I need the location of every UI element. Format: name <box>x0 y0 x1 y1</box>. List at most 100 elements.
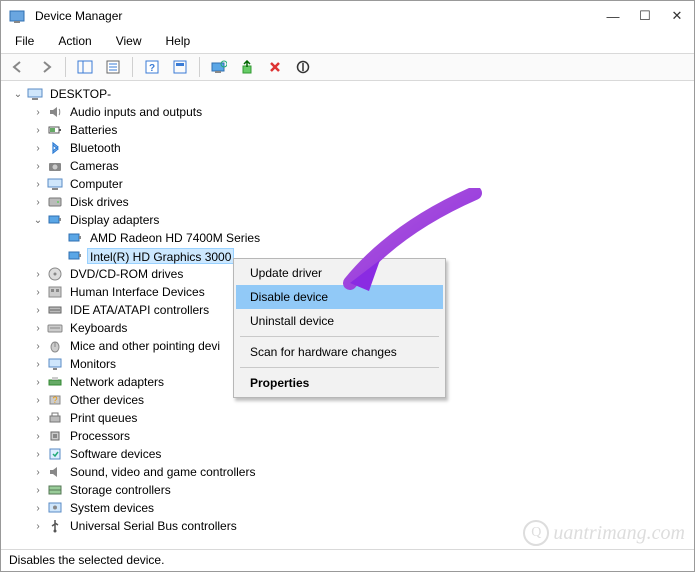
scan-hardware-button[interactable] <box>208 56 230 78</box>
chevron-down-icon[interactable]: ⌄ <box>31 213 45 227</box>
processor-icon <box>47 428 63 444</box>
tree-item-software[interactable]: ›Software devices <box>31 445 694 463</box>
watermark: Q uantrimang.com <box>523 520 685 546</box>
tree-item-display-amd[interactable]: ›AMD Radeon HD 7400M Series <box>51 229 694 247</box>
tree-item-print[interactable]: ›Print queues <box>31 409 694 427</box>
uninstall-device-button[interactable] <box>264 56 286 78</box>
ctx-scan-hardware[interactable]: Scan for hardware changes <box>236 340 443 364</box>
update-driver-button[interactable] <box>236 56 258 78</box>
ctx-separator <box>240 367 439 368</box>
disable-device-button[interactable] <box>292 56 314 78</box>
chevron-right-icon[interactable]: › <box>31 375 45 389</box>
chevron-right-icon[interactable]: › <box>31 195 45 209</box>
tree-item-disk[interactable]: ›Disk drives <box>31 193 694 211</box>
window-title: Device Manager <box>35 9 122 23</box>
ctx-properties[interactable]: Properties <box>236 371 443 395</box>
other-device-icon: ? <box>47 392 63 408</box>
keyboard-icon <box>47 320 63 336</box>
bluetooth-icon <box>47 140 63 156</box>
menu-help[interactable]: Help <box>162 33 195 49</box>
chevron-right-icon[interactable]: › <box>31 501 45 515</box>
chevron-right-icon[interactable]: › <box>31 357 45 371</box>
tree-root-label: DESKTOP- <box>47 86 114 102</box>
back-button[interactable] <box>7 56 29 78</box>
storage-icon <box>47 482 63 498</box>
chevron-right-icon[interactable]: › <box>31 483 45 497</box>
chevron-right-icon[interactable]: › <box>31 429 45 443</box>
tree-item-display[interactable]: ⌄Display adapters <box>31 211 694 229</box>
chevron-right-icon[interactable]: › <box>31 519 45 533</box>
tree-item-storage[interactable]: ›Storage controllers <box>31 481 694 499</box>
forward-button[interactable] <box>35 56 57 78</box>
tree-item-audio[interactable]: ›Audio inputs and outputs <box>31 103 694 121</box>
menu-action[interactable]: Action <box>54 33 95 49</box>
selected-device-label: Intel(R) HD Graphics 3000 <box>87 248 234 264</box>
tree-item-computer[interactable]: ›Computer <box>31 175 694 193</box>
disk-icon <box>47 194 63 210</box>
printer-icon <box>47 410 63 426</box>
action-pane-button[interactable] <box>169 56 191 78</box>
svg-text:?: ? <box>52 395 57 405</box>
close-button[interactable]: ✕ <box>668 8 686 24</box>
tree-root-row[interactable]: ⌄ DESKTOP- <box>11 85 694 103</box>
monitor-icon <box>47 356 63 372</box>
toolbar-divider <box>65 57 66 77</box>
ctx-uninstall-device[interactable]: Uninstall device <box>236 309 443 333</box>
maximize-button[interactable]: ☐ <box>636 8 654 24</box>
menu-bar: File Action View Help <box>1 31 694 53</box>
chevron-right-icon[interactable]: › <box>31 411 45 425</box>
tree-item-batteries[interactable]: ›Batteries <box>31 121 694 139</box>
tree-item-system[interactable]: ›System devices <box>31 499 694 517</box>
chevron-right-icon[interactable]: › <box>31 447 45 461</box>
tree-item-cameras[interactable]: ›Cameras <box>31 157 694 175</box>
ctx-update-driver[interactable]: Update driver <box>236 261 443 285</box>
display-adapter-icon <box>67 230 83 246</box>
show-hide-tree-button[interactable] <box>74 56 96 78</box>
display-adapter-icon <box>47 212 63 228</box>
chevron-right-icon[interactable]: › <box>31 177 45 191</box>
chevron-right-icon[interactable]: › <box>31 267 45 281</box>
tree-item-bluetooth[interactable]: ›Bluetooth <box>31 139 694 157</box>
watermark-icon: Q <box>523 520 549 546</box>
chevron-right-icon[interactable]: › <box>31 141 45 155</box>
chevron-right-icon[interactable]: › <box>31 303 45 317</box>
svg-text:?: ? <box>149 63 155 74</box>
ctx-separator <box>240 336 439 337</box>
title-bar: Device Manager ― ☐ ✕ <box>1 1 694 31</box>
computer-icon <box>27 86 43 102</box>
dvd-icon <box>47 266 63 282</box>
context-menu: Update driver Disable device Uninstall d… <box>233 258 446 398</box>
minimize-button[interactable]: ― <box>604 9 622 24</box>
menu-file[interactable]: File <box>11 33 38 49</box>
toolbar-divider <box>132 57 133 77</box>
display-adapter-icon <box>67 248 83 264</box>
battery-icon <box>47 122 63 138</box>
system-icon <box>47 500 63 516</box>
watermark-text: uantrimang.com <box>553 522 685 545</box>
chevron-right-icon[interactable]: › <box>31 123 45 137</box>
ctx-disable-device[interactable]: Disable device <box>236 285 443 309</box>
properties-button[interactable] <box>102 56 124 78</box>
chevron-right-icon[interactable]: › <box>31 339 45 353</box>
tree-item-sound[interactable]: ›Sound, video and game controllers <box>31 463 694 481</box>
chevron-right-icon[interactable]: › <box>31 393 45 407</box>
app-icon <box>9 8 25 24</box>
chevron-right-icon[interactable]: › <box>31 159 45 173</box>
chevron-right-icon[interactable]: › <box>31 105 45 119</box>
chevron-right-icon[interactable]: › <box>31 465 45 479</box>
network-icon <box>47 374 63 390</box>
toolbar: ? <box>1 53 694 81</box>
toolbar-divider <box>199 57 200 77</box>
camera-icon <box>47 158 63 174</box>
software-icon <box>47 446 63 462</box>
menu-view[interactable]: View <box>112 33 146 49</box>
chevron-right-icon[interactable]: › <box>31 285 45 299</box>
status-text: Disables the selected device. <box>9 553 164 567</box>
window-controls: ― ☐ ✕ <box>604 8 686 24</box>
chevron-right-icon[interactable]: › <box>31 321 45 335</box>
hid-icon <box>47 284 63 300</box>
chevron-down-icon[interactable]: ⌄ <box>11 87 25 101</box>
help-button[interactable]: ? <box>141 56 163 78</box>
tree-item-processors[interactable]: ›Processors <box>31 427 694 445</box>
ide-icon <box>47 302 63 318</box>
